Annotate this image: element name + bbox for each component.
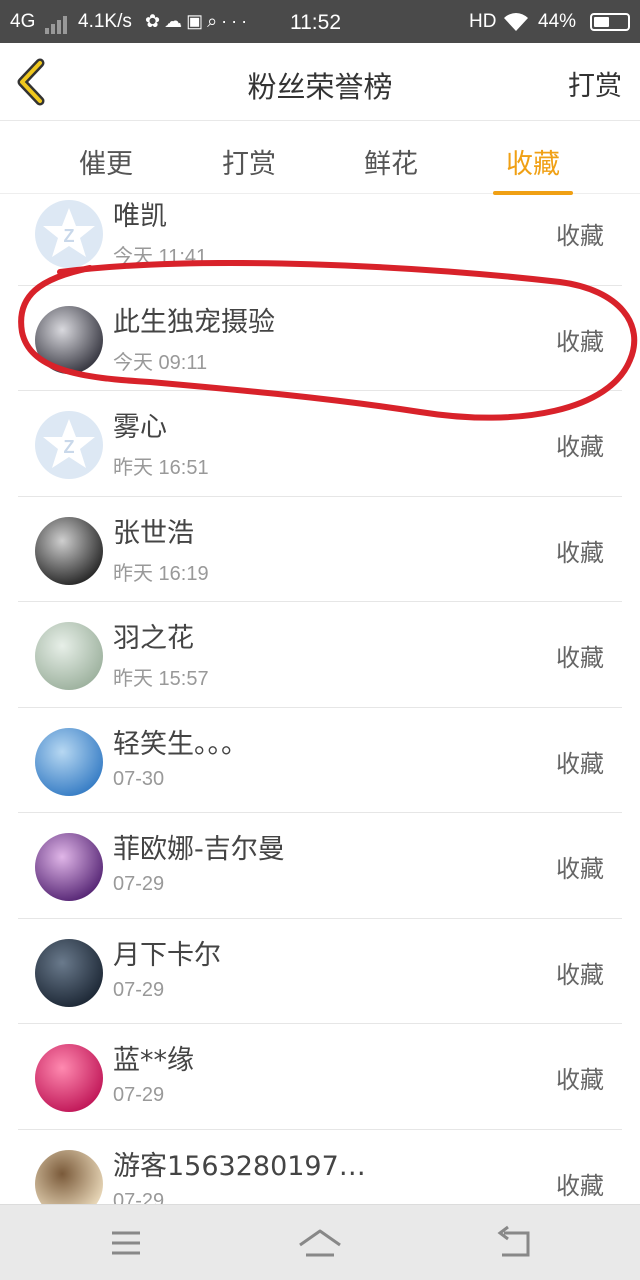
avatar[interactable] (35, 1149, 103, 1204)
tab-urge[interactable]: 催更 (66, 142, 146, 181)
menu-icon (112, 1231, 140, 1255)
list-item[interactable]: 羽之花昨天 15:57 收藏 (18, 602, 622, 708)
fan-time: 07-29 (113, 1189, 165, 1205)
default-avatar-icon[interactable]: Z (35, 411, 103, 479)
action-label: 收藏 (556, 749, 604, 778)
action-label: 收藏 (556, 433, 604, 461)
fan-name: 张世浩 (113, 517, 194, 549)
tab-reward[interactable]: 打赏 (209, 142, 289, 181)
back-icon (497, 1225, 530, 1257)
list-item[interactable]: 游客1563280197… 07-29 收藏 (18, 1130, 622, 1205)
avatar[interactable] (35, 727, 103, 796)
menu-button[interactable] (96, 1223, 156, 1263)
list-item[interactable]: Z 雾心昨天 16:51 收藏 (18, 391, 622, 497)
tab-label: 打赏 (222, 149, 276, 180)
action-label: 收藏 (556, 538, 604, 567)
avatar[interactable] (35, 938, 103, 1007)
action-label: 收藏 (556, 327, 604, 356)
fan-name: 轻笑生。。。 (113, 728, 248, 760)
default-avatar-icon[interactable]: Z (35, 200, 103, 268)
fan-name: 羽之花 (113, 623, 194, 654)
list-item[interactable]: 张世浩昨天 16:19 收藏 (18, 497, 622, 602)
fan-name: 菲欧娜-吉尔曼 (113, 834, 285, 865)
action-label: 收藏 (556, 222, 604, 250)
signal-icon (45, 12, 69, 34)
reward-button[interactable]: 打赏 (568, 64, 622, 103)
hd-indicator: HD (469, 11, 497, 32)
action-label: 收藏 (556, 1171, 604, 1200)
fan-time: 昨天 15:57 (113, 668, 209, 690)
home-button[interactable] (290, 1223, 350, 1263)
notification-icons: ✿☁▣⌕··· (145, 11, 252, 31)
back-nav-button[interactable] (484, 1223, 544, 1263)
fan-name: 蓝**缘 (113, 1045, 194, 1076)
list-item[interactable]: 菲欧娜-吉尔曼 07-29 收藏 (18, 813, 622, 919)
list-item[interactable]: 此生独宠摄验今天 09:11 收藏 (18, 286, 622, 391)
avatar[interactable] (35, 305, 103, 374)
battery-percent: 44% (538, 11, 577, 32)
clock: 11:52 (290, 11, 341, 34)
tab-bar: 催更 打赏 鲜花 收藏 (0, 122, 640, 195)
battery-icon (590, 13, 630, 31)
tab-label: 鲜花 (364, 149, 418, 180)
svg-text:Z: Z (64, 226, 75, 246)
status-bar: 4G 4.1K/s ✿☁▣⌕··· 11:52 HD 44% (0, 0, 640, 43)
list-item[interactable]: 月下卡尔 07-29 收藏 (18, 919, 622, 1024)
action-label: 收藏 (556, 855, 604, 883)
tab-flowers[interactable]: 鲜花 (351, 142, 431, 181)
tab-label: 收藏 (506, 149, 560, 180)
page-title: 粉丝荣誉榜 (247, 70, 393, 104)
action-label: 收藏 (556, 960, 604, 989)
avatar[interactable] (35, 833, 103, 901)
list-item[interactable]: Z 唯凯今天 11:41 收藏 (18, 194, 622, 286)
avatar[interactable] (35, 1044, 103, 1112)
action-label: 收藏 (556, 644, 604, 672)
fan-time: 昨天 16:51 (113, 457, 209, 479)
fan-time: 今天 09:11 (113, 351, 208, 374)
network-type: 4G (10, 11, 36, 32)
wifi-icon (502, 11, 530, 39)
fan-list[interactable]: Z 唯凯 今天 11:41 收藏 此生独宠摄验 今天 09:11 收藏 Z 雾心 昨天 16:51… (0, 194, 640, 1204)
svg-text:Z: Z (64, 437, 75, 457)
fan-time: 今天 11:41 (113, 246, 208, 268)
fan-time: 07-29 (113, 1084, 165, 1106)
fan-name: 唯凯 (113, 201, 167, 232)
network-speed: 4.1K/s (78, 11, 132, 32)
action-label: 收藏 (556, 1066, 604, 1094)
fan-time: 07-29 (113, 978, 165, 1001)
fan-name: 月下卡尔 (113, 939, 221, 971)
fan-name: 此生独宠摄验 (113, 306, 275, 338)
fan-time: 昨天 16:19 (113, 562, 209, 585)
app-header: 粉丝荣誉榜 打赏 (0, 43, 640, 121)
fan-name: 游客1563280197… (113, 1150, 366, 1182)
system-nav-bar (0, 1204, 640, 1280)
avatar[interactable] (35, 622, 103, 690)
tab-label: 催更 (79, 149, 133, 180)
fan-time: 07-30 (113, 767, 165, 790)
list-item[interactable]: 轻笑生。。。 07-30 收藏 (18, 708, 622, 813)
home-icon (299, 1229, 341, 1257)
list-item[interactable]: 蓝**缘 07-29 收藏 (18, 1024, 622, 1130)
avatar[interactable] (35, 516, 103, 585)
tab-favorites[interactable]: 收藏 (493, 142, 573, 195)
fan-name: 雾心 (113, 412, 167, 443)
fan-time: 07-29 (113, 873, 165, 895)
